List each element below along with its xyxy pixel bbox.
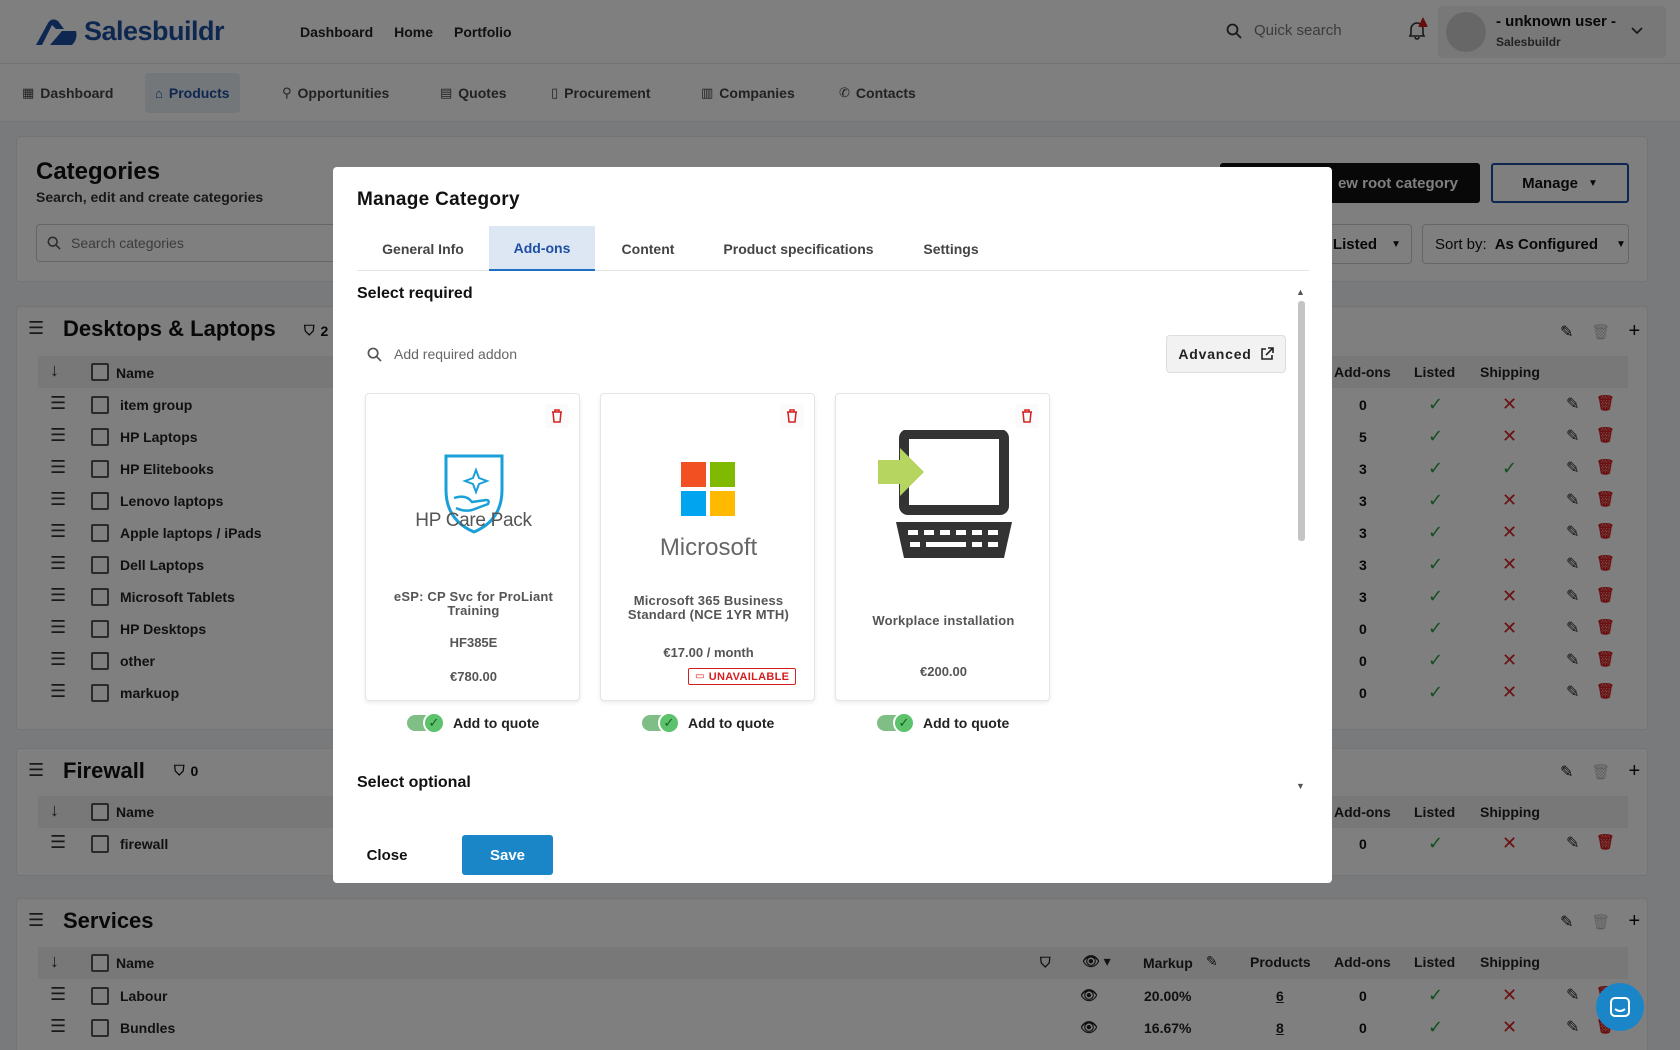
close-button[interactable]: Close bbox=[357, 835, 417, 875]
remove-addon-button[interactable] bbox=[1015, 404, 1039, 428]
tab-content[interactable]: Content bbox=[595, 226, 701, 271]
addon-price: €200.00 bbox=[920, 664, 967, 679]
unavailable-label: UNAVAILABLE bbox=[708, 670, 790, 683]
add-to-quote-toggle[interactable]: ✓ Add to quote bbox=[407, 712, 540, 734]
addon-price: €780.00 bbox=[450, 669, 497, 684]
section-required-title: Select required bbox=[357, 285, 473, 302]
addon-search-placeholder: Add required addon bbox=[394, 346, 517, 362]
addon-card[interactable]: Workplace installation €200.00 bbox=[835, 393, 1050, 701]
add-to-quote-label: Add to quote bbox=[923, 715, 1010, 731]
external-link-icon bbox=[1260, 347, 1274, 360]
add-to-quote-toggle[interactable]: ✓ Add to quote bbox=[877, 712, 1010, 734]
hp-care-pack-logo bbox=[366, 430, 581, 570]
addon-name: Workplace installation bbox=[872, 613, 1015, 628]
trash-icon bbox=[787, 409, 797, 423]
tab-settings[interactable]: Settings bbox=[896, 226, 1006, 271]
modal-tabs: General Info Add-ons Content Product spe… bbox=[357, 226, 1309, 271]
addon-card[interactable]: Microsoft Microsoft 365 Business Standar… bbox=[600, 393, 815, 701]
scroll-thumb[interactable] bbox=[1298, 301, 1305, 541]
unavailable-badge: ▭ UNAVAILABLE bbox=[688, 668, 797, 685]
trash-icon bbox=[552, 409, 562, 423]
calendar-icon: ▭ bbox=[695, 671, 705, 682]
workplace-computer-icon bbox=[836, 430, 1051, 570]
add-to-quote-label: Add to quote bbox=[688, 715, 775, 731]
add-required-addon-input[interactable]: Add required addon bbox=[357, 336, 1077, 372]
trash-icon bbox=[1022, 409, 1032, 423]
addon-sku: HF385E bbox=[449, 635, 498, 650]
tab-product-specifications[interactable]: Product specifications bbox=[701, 226, 896, 271]
addon-name: eSP: CP Svc for ProLiant Training bbox=[393, 589, 554, 618]
advanced-button[interactable]: Advanced bbox=[1166, 335, 1286, 373]
addon-card[interactable]: HP Care Pack eSP: CP Svc for ProLiant Tr… bbox=[365, 393, 580, 701]
microsoft-logo-text: Microsoft bbox=[659, 534, 758, 561]
manage-category-modal: Manage Category General Info Add-ons Con… bbox=[333, 167, 1332, 883]
scroll-up-icon[interactable]: ▲ bbox=[1296, 287, 1305, 297]
remove-addon-button[interactable] bbox=[545, 404, 569, 428]
advanced-label: Advanced bbox=[1178, 346, 1252, 362]
addon-price: €17.00 / month bbox=[663, 645, 754, 660]
add-to-quote-toggle[interactable]: ✓ Add to quote bbox=[642, 712, 775, 734]
hp-care-pack-logo-text: HP Care Pack bbox=[415, 510, 532, 531]
chat-launcher-button[interactable] bbox=[1596, 983, 1644, 1031]
save-button[interactable]: Save bbox=[462, 835, 553, 875]
toggle-switch[interactable]: ✓ bbox=[642, 712, 680, 734]
search-icon bbox=[367, 347, 382, 362]
tab-general-info[interactable]: General Info bbox=[357, 226, 489, 271]
section-optional-title: Select optional bbox=[357, 774, 471, 791]
check-icon: ✓ bbox=[893, 712, 915, 734]
check-icon: ✓ bbox=[658, 712, 680, 734]
add-to-quote-label: Add to quote bbox=[453, 715, 540, 731]
toggle-switch[interactable]: ✓ bbox=[877, 712, 915, 734]
remove-addon-button[interactable] bbox=[780, 404, 804, 428]
toggle-switch[interactable]: ✓ bbox=[407, 712, 445, 734]
modal-title: Manage Category bbox=[357, 189, 520, 210]
check-icon: ✓ bbox=[423, 712, 445, 734]
tab-add-ons[interactable]: Add-ons bbox=[489, 226, 595, 271]
scroll-down-icon[interactable]: ▼ bbox=[1296, 781, 1305, 791]
addon-name: Microsoft 365 Business Standard (NCE 1YR… bbox=[627, 593, 790, 622]
modal-scrollbar[interactable]: ▲ ▼ bbox=[1296, 287, 1306, 791]
chat-icon bbox=[1610, 997, 1630, 1017]
